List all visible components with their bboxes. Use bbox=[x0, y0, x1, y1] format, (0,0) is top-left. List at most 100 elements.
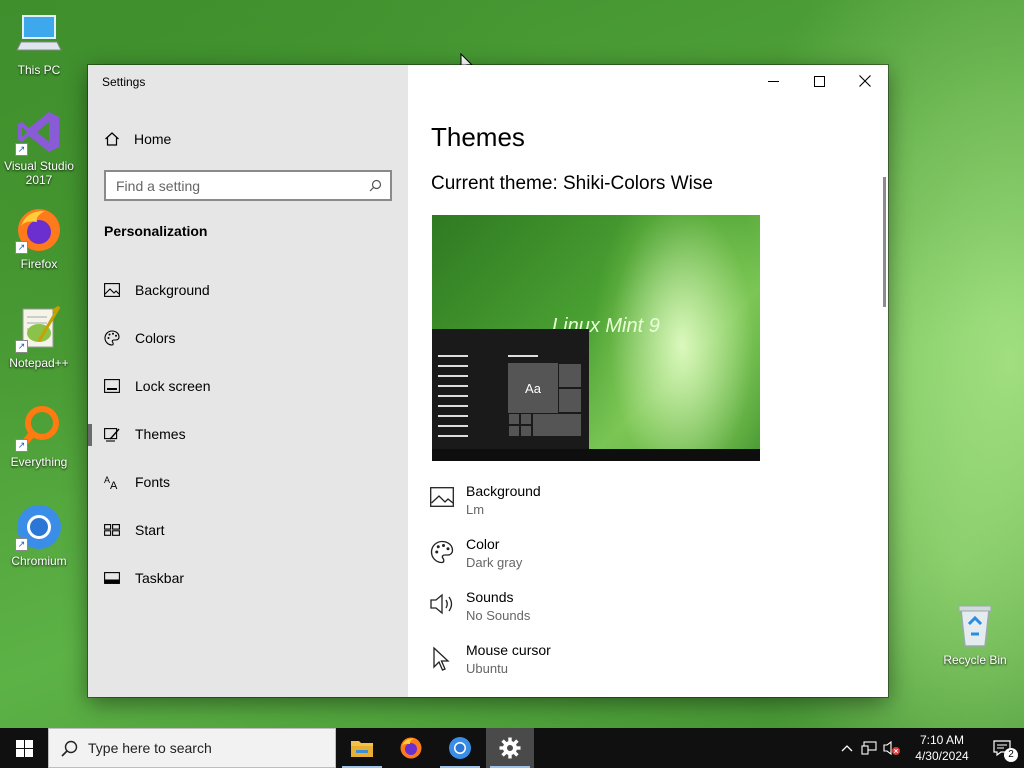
network-button[interactable] bbox=[858, 741, 880, 755]
taskbar-icon bbox=[104, 572, 120, 584]
shortcut-arrow-icon: ↗ bbox=[15, 340, 28, 353]
everything-search-icon: ↗ bbox=[15, 404, 63, 452]
image-icon bbox=[430, 487, 454, 507]
preview-tile-label: Aa bbox=[508, 363, 558, 413]
image-icon bbox=[104, 283, 120, 297]
find-setting-input[interactable] bbox=[116, 177, 369, 194]
shortcut-arrow-icon: ↗ bbox=[15, 241, 28, 254]
palette-icon bbox=[104, 330, 120, 346]
taskbar-clock[interactable]: 7:10 AM 4/30/2024 bbox=[910, 732, 974, 764]
shortcut-arrow-icon: ↗ bbox=[15, 439, 28, 452]
property-value: Dark gray bbox=[466, 555, 523, 570]
start-icon bbox=[104, 524, 120, 536]
desktop-icon-label: Recycle Bin bbox=[943, 653, 1007, 667]
sidebar-item-start[interactable]: Start bbox=[88, 506, 408, 554]
fonts-icon: AA bbox=[104, 475, 118, 490]
start-button[interactable] bbox=[0, 728, 48, 768]
taskbar-chromium[interactable] bbox=[436, 728, 484, 768]
current-theme-heading: Current theme: Shiki-Colors Wise bbox=[431, 173, 713, 194]
desktop-icon-label: Chromium bbox=[11, 554, 67, 568]
gear-icon bbox=[499, 737, 521, 759]
taskbar: Type here to search 7:10 AM 4/30/2024 2 bbox=[0, 728, 1024, 768]
chromium-icon: ↗ bbox=[15, 503, 63, 551]
personalization-nav: Background Colors Lock screen Themes AA … bbox=[88, 266, 408, 602]
sidebar-item-fonts[interactable]: AA Fonts bbox=[88, 458, 408, 506]
content-scrollbar[interactable] bbox=[883, 177, 886, 307]
home-icon bbox=[105, 132, 119, 146]
taskbar-search-box[interactable]: Type here to search bbox=[48, 728, 336, 768]
shortcut-arrow-icon: ↗ bbox=[15, 538, 28, 551]
taskbar-settings[interactable] bbox=[486, 728, 534, 768]
sidebar-item-label: Background bbox=[135, 282, 210, 298]
preview-taskbar bbox=[432, 449, 760, 461]
home-nav-item[interactable]: Home bbox=[104, 129, 171, 149]
minimize-icon bbox=[767, 80, 779, 82]
palette-icon bbox=[430, 540, 454, 564]
sidebar-item-taskbar[interactable]: Taskbar bbox=[88, 554, 408, 602]
section-heading-personalization: Personalization bbox=[104, 223, 208, 239]
theme-background-setting[interactable]: Background Lm bbox=[430, 481, 551, 534]
theme-mouse-cursor-setting[interactable]: Mouse cursor Ubuntu bbox=[430, 640, 551, 693]
themes-icon bbox=[104, 428, 120, 442]
theme-properties: Background Lm Color Dark gray Sounds No … bbox=[430, 481, 551, 693]
desktop-icon-label: Everything bbox=[10, 455, 68, 469]
shortcut-arrow-icon: ↗ bbox=[15, 143, 28, 156]
cursor-icon bbox=[433, 646, 450, 671]
desktop-icon-notepadpp[interactable]: ↗ Notepad++ bbox=[1, 305, 77, 370]
computer-icon bbox=[15, 12, 63, 60]
close-icon bbox=[859, 75, 871, 87]
theme-sounds-setting[interactable]: Sounds No Sounds bbox=[430, 587, 551, 640]
desktop-icon-label: Notepad++ bbox=[9, 356, 69, 370]
maximize-icon bbox=[813, 75, 825, 87]
desktop-icon-recycle-bin[interactable]: Recycle Bin bbox=[937, 602, 1013, 667]
notepad-plus-plus-icon: ↗ bbox=[15, 305, 63, 353]
sidebar-item-lock-screen[interactable]: Lock screen bbox=[88, 362, 408, 410]
visual-studio-icon: ↗ bbox=[15, 108, 63, 156]
sidebar-item-background[interactable]: Background bbox=[88, 266, 408, 314]
sidebar-item-themes[interactable]: Themes bbox=[88, 410, 408, 458]
show-hidden-icons-button[interactable] bbox=[836, 744, 858, 752]
close-button[interactable] bbox=[842, 65, 888, 97]
desktop-icon-firefox[interactable]: ↗ Firefox bbox=[1, 206, 77, 271]
svg-text:A: A bbox=[110, 480, 118, 490]
recycle-bin-icon bbox=[951, 602, 999, 650]
property-name: Mouse cursor bbox=[466, 642, 551, 658]
desktop-icon-label: Visual Studio 2017 bbox=[4, 159, 74, 187]
sidebar-item-label: Themes bbox=[135, 426, 186, 442]
volume-button[interactable] bbox=[880, 740, 904, 756]
firefox-icon: ↗ bbox=[15, 206, 63, 254]
sidebar-item-label: Lock screen bbox=[135, 378, 211, 394]
home-label: Home bbox=[134, 131, 172, 147]
action-center-button[interactable]: 2 bbox=[980, 740, 1024, 762]
taskbar-file-explorer[interactable] bbox=[338, 728, 386, 768]
property-value: Ubuntu bbox=[466, 661, 508, 676]
notification-count-badge: 2 bbox=[1004, 748, 1018, 762]
page-title: Themes bbox=[431, 122, 525, 152]
speaker-icon bbox=[430, 593, 453, 615]
desktop-icon-chromium[interactable]: ↗ Chromium bbox=[1, 503, 77, 568]
sidebar-item-label: Fonts bbox=[135, 474, 171, 490]
desktop-icon-this-pc[interactable]: This PC bbox=[1, 12, 77, 77]
windows-logo-icon bbox=[15, 739, 33, 757]
chevron-up-icon bbox=[841, 745, 853, 752]
desktop-icon-everything[interactable]: ↗ Everything bbox=[1, 404, 77, 469]
sidebar-item-label: Start bbox=[135, 522, 165, 538]
desktop-icon-visual-studio[interactable]: ↗ Visual Studio 2017 bbox=[1, 108, 77, 187]
minimize-button[interactable] bbox=[750, 65, 796, 97]
taskbar-firefox[interactable] bbox=[387, 728, 435, 768]
settings-window: Settings Home Personalization Background… bbox=[88, 65, 888, 697]
clock-time: 7:10 AM bbox=[919, 733, 965, 747]
search-icon bbox=[369, 179, 382, 192]
sidebar-item-colors[interactable]: Colors bbox=[88, 314, 408, 362]
maximize-button[interactable] bbox=[796, 65, 842, 97]
sidebar-item-label: Taskbar bbox=[135, 570, 185, 586]
property-name: Sounds bbox=[466, 589, 514, 605]
search-icon bbox=[61, 740, 78, 757]
lock-screen-icon bbox=[104, 379, 120, 393]
themes-content-pane: Themes Current theme: Shiki-Colors Wise … bbox=[408, 65, 888, 697]
window-title: Settings bbox=[102, 75, 146, 89]
property-value: No Sounds bbox=[466, 608, 531, 623]
theme-color-setting[interactable]: Color Dark gray bbox=[430, 534, 551, 587]
property-name: Color bbox=[466, 536, 500, 552]
find-setting-search[interactable] bbox=[104, 170, 392, 201]
